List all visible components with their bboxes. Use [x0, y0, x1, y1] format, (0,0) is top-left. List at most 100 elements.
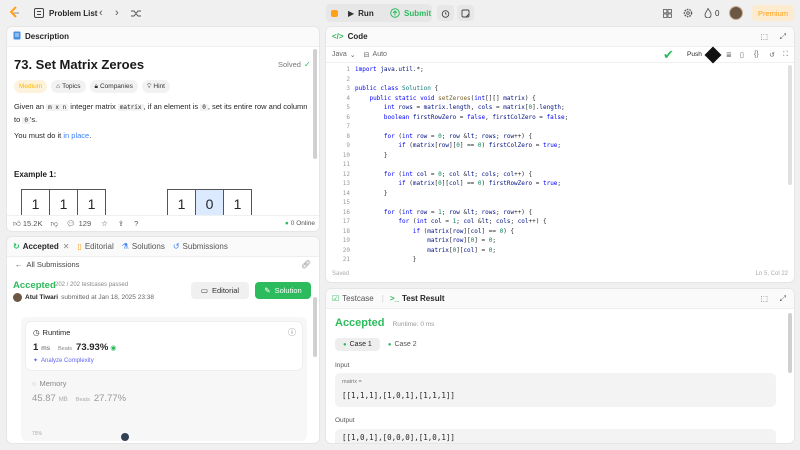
submission-scrollbar[interactable]	[313, 297, 317, 357]
submit-button[interactable]: Submit	[390, 0, 431, 26]
code-line[interactable]: 4 public static void setZeroes(int[][] m…	[326, 94, 786, 104]
code-line[interactable]: 11	[326, 160, 786, 170]
debug-button[interactable]	[330, 0, 339, 26]
code-line[interactable]: 18 if (matrix[row][col] == 0) {	[326, 227, 786, 237]
tab-editorial[interactable]: ▯ Editorial	[77, 242, 113, 251]
line-number: 15	[342, 199, 350, 206]
problem-title: 73. Set Matrix Zeroes	[14, 57, 145, 72]
code-line[interactable]: 8 for (int row = 0; row &lt; rows; row++…	[326, 132, 786, 142]
result-scrollbar[interactable]	[788, 313, 792, 373]
analyze-label: Analyze Complexity	[41, 357, 94, 364]
code-scrollbar[interactable]	[788, 65, 792, 185]
format-icon[interactable]: ≣	[726, 51, 732, 59]
chevron-left-icon: ‹	[99, 7, 103, 19]
code-line[interactable]: 13 if (matrix[0][col] == 0) firstRowZero…	[326, 179, 786, 189]
help-button[interactable]: ?	[134, 219, 138, 228]
tab-code[interactable]: Code	[348, 32, 368, 41]
close-icon[interactable]: ✕	[63, 242, 70, 251]
code-line[interactable]: 20 matrix[0][col] = 0;	[326, 246, 786, 256]
bug-icon	[331, 9, 338, 17]
topics-label: Topics	[62, 83, 81, 90]
tab-accepted[interactable]: ↻ Accepted ✕	[13, 242, 69, 251]
hint-chip[interactable]: 💡︎ Hint	[141, 80, 170, 93]
code-line[interactable]: 9 if (matrix[row][0] == 0) firstColZero …	[326, 141, 786, 151]
code-line[interactable]: 10 }	[326, 151, 786, 161]
code-line[interactable]: 19 matrix[row][0] = 0;	[326, 236, 786, 246]
share-button[interactable]: ⇪	[118, 219, 124, 228]
code-line[interactable]: 3 public class Solution {	[326, 84, 786, 94]
expand-icon[interactable]: ⤢	[780, 294, 786, 304]
tab-solutions[interactable]: ⚗ Solutions	[122, 242, 165, 251]
case-1-tab[interactable]: ● Case 1	[335, 338, 380, 351]
code-line[interactable]: 7	[326, 122, 786, 132]
author-name[interactable]: Atul Tiwari	[25, 294, 58, 301]
code-line[interactable]: 6 boolean firstRowZero = false, firstCol…	[326, 113, 786, 123]
code-line[interactable]: 1 import java.util.*;	[326, 65, 786, 75]
case-2-tab[interactable]: ● Case 2	[380, 338, 425, 351]
memory-header[interactable]: ◌ Memory	[32, 379, 67, 388]
timer-button[interactable]	[437, 5, 454, 21]
runtime-card[interactable]: ◷ Runtime ⓘ 1 ms Beats 73.93% ◉ ✦ Analyze …	[25, 321, 303, 371]
favorite-button[interactable]: ☆	[101, 219, 108, 228]
logo[interactable]	[8, 0, 20, 26]
github-badge-icon[interactable]	[704, 46, 722, 63]
topics-chip[interactable]: ⌂ Topics	[51, 80, 86, 93]
code-line[interactable]: 21 }	[326, 255, 786, 265]
premium-button[interactable]: Premium	[752, 5, 794, 21]
code-line[interactable]: 16 for (int row = 1; row &lt; rows; row+…	[326, 208, 786, 218]
tab-testcase[interactable]: ☑ Testcase	[332, 294, 374, 303]
tab-test-result[interactable]: >_ Test Result	[390, 294, 445, 303]
tab-description[interactable]: Description	[25, 32, 69, 41]
next-problem-button[interactable]: ›	[115, 0, 119, 26]
code-editor[interactable]: 1 import java.util.*; 2 3 public class Solut…	[326, 65, 794, 265]
accepted-tab-icon: ↻	[13, 242, 20, 251]
editorial-button[interactable]: ▭ Editorial	[191, 282, 249, 299]
streak-counter[interactable]: 0	[704, 0, 719, 26]
submit-label: Submit	[404, 8, 432, 18]
runtime-label: Runtime	[42, 328, 71, 337]
description-scrollbar[interactable]	[313, 49, 317, 159]
info-icon[interactable]: ⓘ	[288, 327, 296, 338]
tab-submissions[interactable]: ↺ Submissions	[173, 242, 228, 251]
code-line[interactable]: 12 for (int col = 0; col &lt; cols; col+…	[326, 170, 786, 180]
bookmark-icon[interactable]: ▯	[740, 51, 744, 59]
author-avatar	[13, 293, 22, 302]
solution-button[interactable]: ✎ Solution	[255, 282, 311, 299]
expand-icon[interactable]: ⤢	[780, 32, 786, 42]
dislike-button[interactable]: 👎︎	[50, 219, 58, 229]
auto-mode[interactable]: ⊟ Auto	[364, 51, 387, 59]
companies-chip[interactable]: 🔒︎ Companies	[89, 80, 138, 93]
push-button[interactable]: Push	[687, 51, 702, 58]
like-button[interactable]: 👍︎ 15.2K	[13, 219, 42, 229]
maximize-icon[interactable]: ⬚	[760, 294, 768, 303]
all-submissions-link[interactable]: ← All Submissions	[15, 260, 79, 269]
in-place-link[interactable]: in place	[63, 131, 89, 140]
prev-problem-button[interactable]: ‹	[99, 0, 103, 26]
avatar-button[interactable]	[729, 0, 743, 26]
braces-icon[interactable]: {}	[754, 51, 759, 58]
analyze-complexity-link[interactable]: ✦ Analyze Complexity	[33, 357, 94, 365]
settings-button[interactable]	[683, 0, 693, 26]
comments-button[interactable]: 💬︎ 129	[66, 219, 91, 228]
fullscreen-icon[interactable]: ⛶	[783, 51, 788, 59]
code-line[interactable]: 15	[326, 198, 786, 208]
code-line[interactable]: 5 int rows = matrix.length, cols = matri…	[326, 103, 786, 113]
code-line[interactable]: 17 for (int col = 1; col &lt; cols; col+…	[326, 217, 786, 227]
code-line[interactable]: 14 }	[326, 189, 786, 199]
reset-icon[interactable]: ↺	[769, 51, 775, 59]
run-button[interactable]: ▶ Run	[348, 0, 374, 26]
code-line[interactable]: 2	[326, 75, 786, 85]
all-submissions-label: All Submissions	[26, 260, 80, 269]
notes-button[interactable]	[457, 5, 474, 21]
problem-list-button[interactable]: Problem List	[34, 0, 97, 26]
layout-button[interactable]	[663, 0, 672, 26]
memory-value-row: 45.87 MB Beats 27.77%	[32, 393, 126, 404]
cursor-position: Ln 5, Col 22	[755, 271, 788, 277]
maximize-icon[interactable]: ⬚	[760, 32, 768, 41]
input-name: matrix =	[342, 379, 362, 385]
matrix-cell: 1	[49, 189, 78, 218]
language-select[interactable]: Java ⌄	[332, 51, 356, 59]
matrix-cell: 1	[223, 189, 252, 218]
random-problem-button[interactable]	[131, 0, 141, 26]
link-icon[interactable]: 🔗︎	[301, 260, 311, 269]
